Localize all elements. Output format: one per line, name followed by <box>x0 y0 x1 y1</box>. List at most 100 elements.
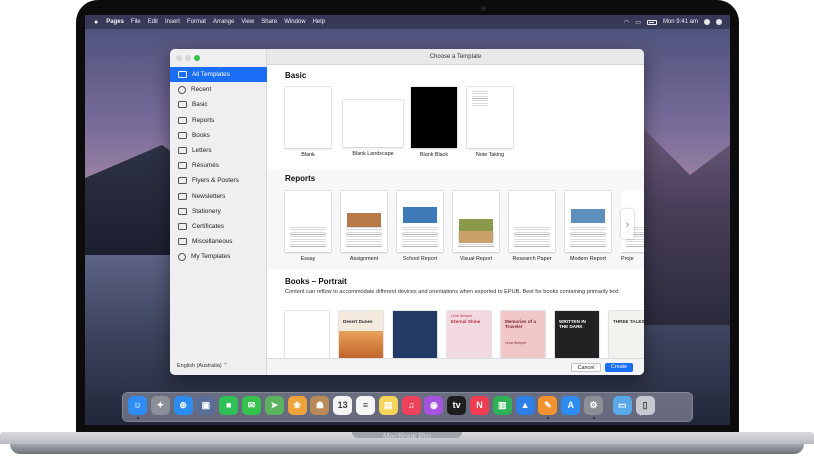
template-label: Note Taking <box>475 152 505 158</box>
close-window-button[interactable] <box>176 55 182 61</box>
book-cover-template[interactable]: Eternal Shine Urna Semper <box>447 311 491 358</box>
keynote-icon[interactable]: ▲ <box>515 396 535 415</box>
menu-file[interactable]: File <box>131 19 141 25</box>
book-cover-template[interactable]: WRITTEN IN THE DARK <box>555 311 599 358</box>
news-icon[interactable]: N <box>470 396 489 415</box>
menu-format[interactable]: Format <box>187 19 206 25</box>
menu-help[interactable]: Help <box>313 19 325 25</box>
template-blank-black[interactable]: Blank Black <box>411 87 457 158</box>
wifi-icon[interactable]: ◠ <box>624 19 629 26</box>
pages-icon[interactable]: ✎ <box>538 396 558 415</box>
sidebar-item-certificates[interactable]: Certificates <box>170 219 267 234</box>
template-blank[interactable]: Blank <box>285 87 331 158</box>
apple-tv-icon[interactable]: tv <box>447 396 467 415</box>
menu-edit[interactable]: Edit <box>148 19 158 25</box>
sidebar-item-label: Miscellaneous <box>192 238 233 246</box>
language-selector[interactable]: English (Australia) ⌃ <box>177 363 228 369</box>
app-store-icon[interactable]: A <box>561 396 581 415</box>
sidebar-item-label: Basic <box>192 101 208 109</box>
menu-arrange[interactable]: Arrange <box>213 19 234 25</box>
template-thumbnail <box>453 191 499 252</box>
section-title-books: Books – Portrait <box>285 277 347 286</box>
launchpad-icon[interactable]: ✦ <box>150 396 170 415</box>
apple-menu-icon[interactable]: ● <box>94 19 98 26</box>
trash-icon[interactable]: ▯ <box>635 396 655 415</box>
letter-icon <box>178 147 187 155</box>
downloads-folder-icon[interactable]: ▭ <box>612 396 632 415</box>
sidebar-item-r-sum-s[interactable]: Résumés <box>170 158 267 173</box>
create-button[interactable]: Create <box>605 363 633 372</box>
reminders-icon[interactable]: ≡ <box>356 396 375 415</box>
book-cover-template[interactable]: Memories of a Traveler Urna Semper <box>501 311 545 358</box>
menu-insert[interactable]: Insert <box>165 19 180 25</box>
cancel-button[interactable]: Cancel <box>571 363 601 372</box>
sidebar-item-my-templates[interactable]: My Templates <box>170 249 267 264</box>
sidebar-item-newsletters[interactable]: Newsletters <box>170 189 267 204</box>
template-blank-landscape[interactable]: Blank Landscape <box>343 100 403 157</box>
siri-icon[interactable] <box>716 19 722 25</box>
template-label: School Report <box>402 256 438 262</box>
report-icon <box>178 116 187 124</box>
podcasts-icon[interactable]: ◉ <box>424 396 444 415</box>
search-icon[interactable] <box>704 19 710 25</box>
window-title: Choose a Template <box>267 49 644 65</box>
template-essay[interactable]: Essay <box>285 191 331 262</box>
contacts-icon[interactable]: ☗ <box>310 396 330 415</box>
safari-icon[interactable]: ⊕ <box>173 396 193 415</box>
sidebar-item-label: Letters <box>192 147 212 155</box>
battery-icon[interactable] <box>646 19 657 25</box>
menu-bar: ● Pages File Edit Insert Format Arrange … <box>85 15 730 29</box>
photo-booth-icon[interactable]: ▣ <box>196 396 216 415</box>
sidebar-item-label: Books <box>192 131 210 139</box>
template-label: Essay <box>300 256 316 262</box>
book-cover-template[interactable] <box>393 311 437 358</box>
sidebar-item-books[interactable]: Books <box>170 128 267 143</box>
sidebar-item-stationery[interactable]: Stationery <box>170 204 267 219</box>
template-thumbnail <box>509 191 555 252</box>
sidebar-item-basic[interactable]: Basic <box>170 97 267 112</box>
section-title-basic: Basic <box>285 71 307 80</box>
menu-window[interactable]: Window <box>284 19 305 25</box>
template-assignment[interactable]: Assignment <box>341 191 387 262</box>
facetime-icon[interactable]: ■ <box>219 396 239 415</box>
template-visual-report[interactable]: Visual Report <box>453 191 499 262</box>
airplay-icon[interactable]: ▭ <box>635 19 641 26</box>
template-label: Proje <box>621 256 634 262</box>
zoom-window-button[interactable] <box>194 55 200 61</box>
laptop-base-edge <box>10 444 804 454</box>
sidebar-item-flyers-posters[interactable]: Flyers & Posters <box>170 173 267 188</box>
category-list: All Templates Recent Basic Reports Books Lett… <box>170 67 267 264</box>
template-thumbnail <box>343 100 403 147</box>
menu-clock[interactable]: Mon 9:41 am <box>663 19 698 25</box>
numbers-icon[interactable]: ▥ <box>492 396 512 415</box>
menu-view[interactable]: View <box>241 19 254 25</box>
book-cover-author: Urna Semper <box>505 341 527 345</box>
music-icon[interactable]: ♫ <box>401 396 421 415</box>
template-school-report[interactable]: School Report <box>397 191 443 262</box>
menu-share[interactable]: Share <box>261 19 277 25</box>
minimize-window-button[interactable] <box>185 55 191 61</box>
camera <box>481 6 486 11</box>
book-cover-template[interactable]: THREE TALES <box>609 311 644 358</box>
notes-icon[interactable]: ▤ <box>378 396 398 415</box>
template-modern-report[interactable]: Modern Report <box>565 191 611 262</box>
maps-icon[interactable]: ➤ <box>264 396 284 415</box>
sidebar-item-all-templates[interactable]: All Templates <box>170 67 267 83</box>
template-thumbnail <box>285 191 331 252</box>
scroll-right-button[interactable]: › <box>621 209 634 239</box>
messages-icon[interactable]: ✉ <box>242 396 261 415</box>
sidebar-item-label: Certificates <box>192 222 224 230</box>
book-cover-template[interactable] <box>285 311 329 358</box>
book-cover-template[interactable]: Desert Dunes <box>339 311 383 358</box>
sidebar-item-recent[interactable]: Recent <box>170 82 267 97</box>
sidebar-item-reports[interactable]: Reports <box>170 113 267 128</box>
menu-app-name[interactable]: Pages <box>106 19 124 25</box>
calendar-icon[interactable]: 13 <box>333 396 353 415</box>
finder-icon[interactable]: ☺ <box>128 396 147 415</box>
sidebar-item-miscellaneous[interactable]: Miscellaneous <box>170 234 267 249</box>
template-research-paper[interactable]: Research Paper <box>509 191 555 262</box>
template-note-taking[interactable]: Note Taking <box>467 87 513 158</box>
photos-icon[interactable]: ❀ <box>287 396 307 415</box>
system-preferences-icon[interactable]: ⚙ <box>584 396 603 415</box>
sidebar-item-letters[interactable]: Letters <box>170 143 267 158</box>
